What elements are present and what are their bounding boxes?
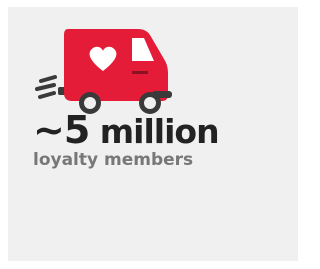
stat-value: ~5 million	[33, 108, 220, 152]
speed-lines-icon	[35, 75, 57, 99]
stat-label: loyalty members	[33, 150, 194, 170]
delivery-van-heart-icon	[28, 19, 198, 119]
stat-unit: million	[89, 112, 220, 151]
stat-number: ~5	[33, 108, 90, 152]
van-body	[64, 29, 168, 101]
stat-card: ~5 million loyalty members	[8, 7, 298, 261]
